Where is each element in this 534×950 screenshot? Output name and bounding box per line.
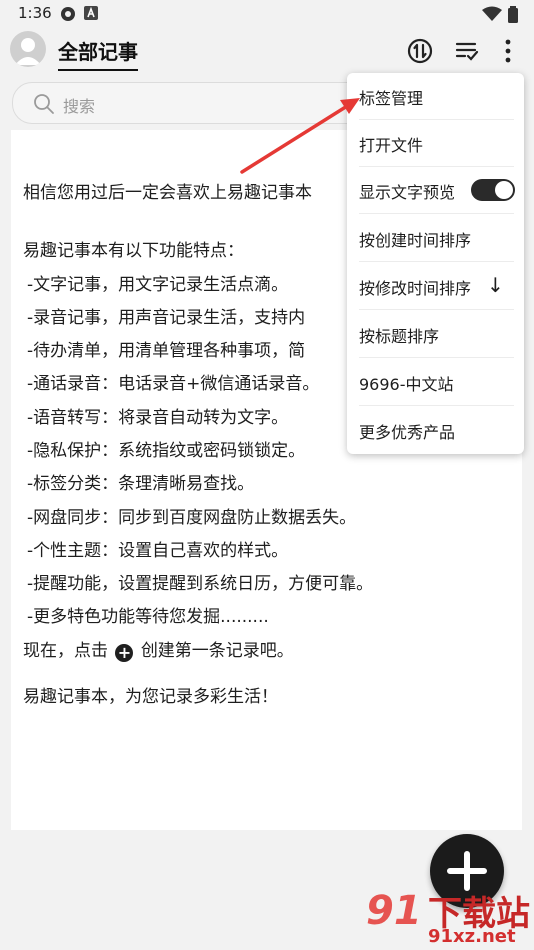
note-line: 相信您用过后一定会喜欢上易趣记事本: [23, 183, 312, 203]
note-line: -提醒功能，设置提醒到系统日历，方便可靠。: [27, 574, 374, 594]
search-icon: [34, 94, 54, 114]
create-hint-prefix: 现在，点击: [23, 641, 108, 661]
note-line: -通话录音：电话录音+微信通话录音。: [27, 374, 320, 394]
menu-item-label: 显示文字预览: [359, 183, 456, 202]
create-hint: 现在，点击 + 创建第一条记录吧。: [23, 636, 294, 662]
plus-circle-icon: +: [115, 644, 134, 662]
menu-item-label: 更多优秀产品: [359, 423, 456, 442]
divider: [359, 309, 514, 310]
menu-item-label: 打开文件: [359, 136, 424, 155]
menu-item-label: 按创建时间排序: [359, 231, 472, 250]
divider: [359, 213, 514, 214]
watermark-logo: 91 下载站 91xz.net: [362, 882, 534, 950]
menu-item-sort-modified[interactable]: 按修改时间排序 ↓: [347, 263, 524, 310]
note-line: -网盘同步：同步到百度网盘防止数据丢失。: [27, 508, 357, 528]
sync-button[interactable]: [406, 37, 434, 65]
menu-item-label: 按标题排序: [359, 327, 440, 346]
menu-item-sort-title[interactable]: 按标题排序: [347, 311, 524, 358]
note-line: -更多特色功能等待您发掘.........: [27, 607, 269, 627]
note-line: -录音记事，用声音记录生活，支持内: [27, 308, 306, 328]
vpn-icon: [61, 7, 75, 21]
search-placeholder: 搜索: [63, 97, 96, 116]
more-vertical-icon: [505, 39, 511, 63]
avatar[interactable]: [10, 31, 46, 67]
menu-item-open-file[interactable]: 打开文件: [347, 120, 524, 167]
user-avatar-icon: [15, 38, 41, 65]
divider: [359, 261, 514, 262]
app-header: 全部记事: [0, 28, 534, 72]
sort-list-icon: [455, 42, 479, 61]
create-hint-suffix: 创建第一条记录吧。: [140, 641, 294, 661]
page-title[interactable]: 全部记事: [58, 36, 138, 71]
menu-item-9696-site[interactable]: 9696-中文站: [347, 359, 524, 406]
overflow-menu: 标签管理 打开文件 显示文字预览 按创建时间排序 按修改时间排序 ↓ 按标题排序…: [347, 73, 524, 454]
more-options-button[interactable]: [494, 37, 522, 65]
watermark-digits: 91: [366, 888, 422, 934]
notification-a-icon: [84, 6, 98, 20]
text-preview-toggle[interactable]: [471, 179, 515, 201]
note-line: -个性主题：设置自己喜欢的样式。: [27, 541, 289, 561]
note-line: 易趣记事本，为您记录多彩生活！: [23, 687, 278, 707]
menu-item-more-products[interactable]: 更多优秀产品: [347, 407, 524, 454]
status-time: 1:36: [18, 4, 52, 22]
menu-item-sort-created[interactable]: 按创建时间排序: [347, 215, 524, 262]
divider: [359, 357, 514, 358]
divider: [359, 405, 514, 406]
sync-icon: [407, 38, 433, 64]
sort-list-button[interactable]: [453, 37, 481, 65]
note-line: 易趣记事本有以下功能特点：: [23, 241, 244, 261]
note-line: -语音转写：将录音自动转为文字。: [27, 408, 289, 428]
menu-item-text-preview[interactable]: 显示文字预览: [347, 167, 524, 214]
watermark-domain: 91xz.net: [428, 926, 516, 947]
note-line: -标签分类：条理清晰易查找。: [27, 474, 255, 494]
note-line: -隐私保护：系统指纹或密码锁锁定。: [27, 441, 306, 461]
menu-item-label: 标签管理: [359, 89, 424, 108]
menu-item-tag-management[interactable]: 标签管理: [347, 73, 524, 120]
toggle-knob: [495, 181, 513, 199]
status-bar: 1:36: [0, 0, 534, 28]
menu-item-label: 按修改时间排序: [359, 279, 472, 298]
sort-descending-icon: ↓: [487, 273, 504, 297]
wifi-icon: [482, 6, 502, 21]
note-line: -文字记事，用文字记录生活点滴。: [27, 275, 289, 295]
battery-icon: [508, 6, 518, 23]
note-line: -待办清单，用清单管理各种事项，简: [27, 341, 306, 361]
menu-item-label: 9696-中文站: [359, 375, 454, 394]
